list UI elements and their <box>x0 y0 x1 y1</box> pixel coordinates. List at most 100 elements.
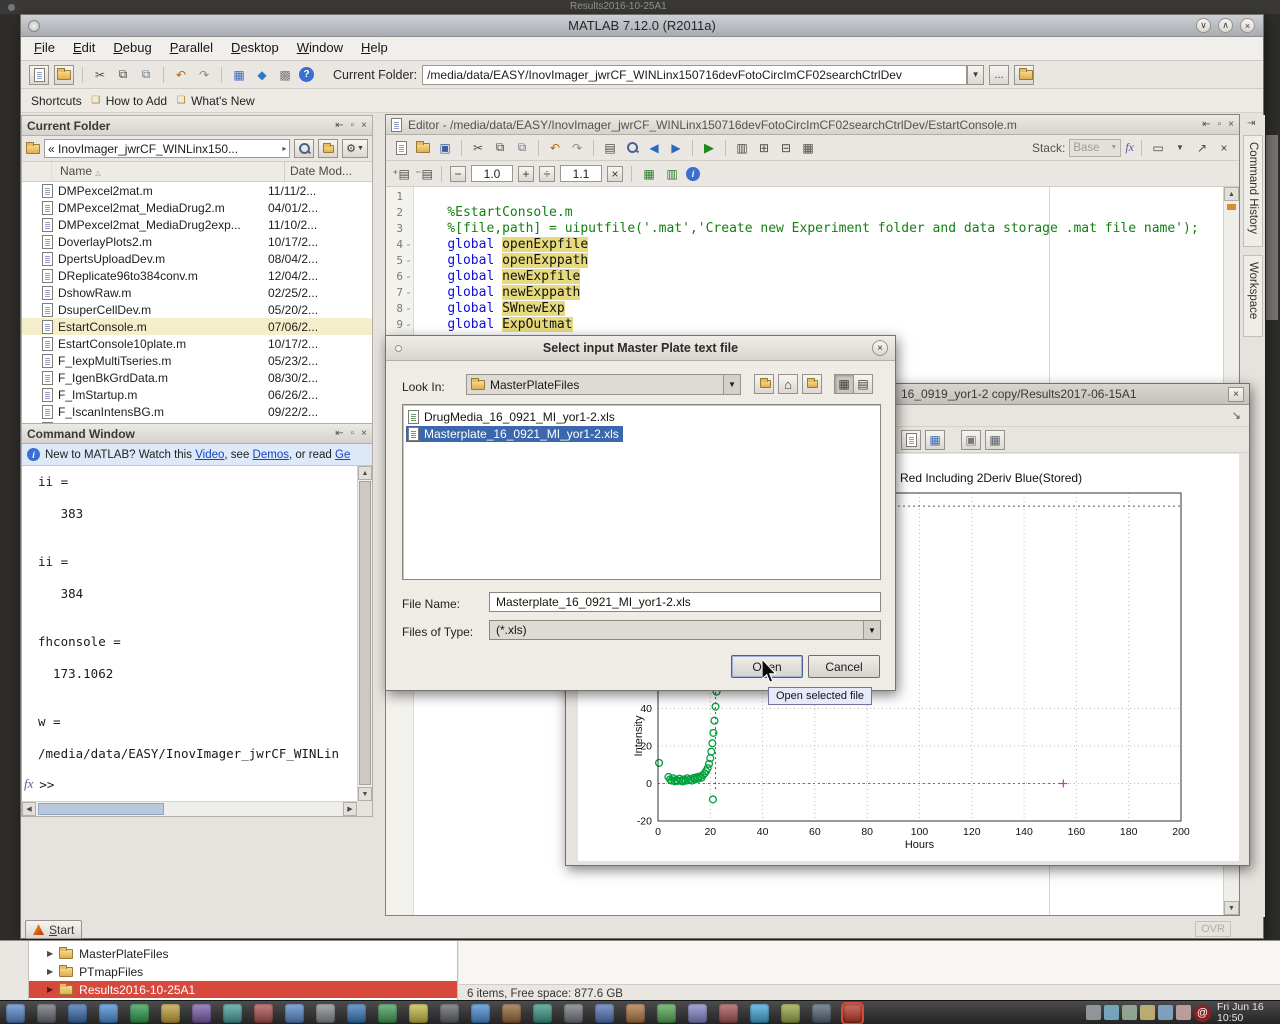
dock-figure-icon[interactable]: ↘ <box>1232 409 1241 422</box>
file-row[interactable]: EstartConsole10plate.m10/17/2... <box>22 335 372 352</box>
code-line[interactable]: 2 %EstartConsole.m <box>386 205 1222 221</box>
cell-info-icon[interactable]: i <box>686 167 700 181</box>
taskbar-app-icon[interactable] <box>192 1004 211 1023</box>
undock-icon[interactable]: ▫ <box>1218 119 1222 130</box>
menu-window[interactable]: Window <box>288 37 352 58</box>
search-button[interactable] <box>294 139 314 158</box>
remove-cell-icon[interactable]: ⁻▤ <box>415 165 433 183</box>
folder-tree[interactable]: ▶MasterPlateFiles▶PTmapFiles▶Results2016… <box>28 941 458 1001</box>
tray-icon[interactable] <box>1122 1005 1137 1020</box>
scroll-down-icon[interactable]: ▼ <box>358 787 372 801</box>
multiply-button[interactable]: × <box>607 166 623 182</box>
current-folder-input[interactable] <box>422 65 967 85</box>
matlab-titlebar[interactable]: MATLAB 7.12.0 (R2011a) ∨ ∧ × <box>21 15 1263 37</box>
file-row[interactable]: F_ImStartup.m06/26/2... <box>22 386 372 403</box>
close-dialog-icon[interactable]: × <box>872 340 888 356</box>
command-prompt[interactable]: >> <box>39 777 54 792</box>
code-line[interactable]: 8- global SWnewExp <box>386 301 1222 317</box>
column-date[interactable]: Date Mod... <box>290 164 352 178</box>
browse-folder-button[interactable]: ... <box>989 65 1009 85</box>
taskbar-app-icon[interactable] <box>99 1004 118 1023</box>
tree-row[interactable]: ▶MasterPlateFiles <box>29 945 457 962</box>
run-icon[interactable]: ▶ <box>700 139 718 157</box>
column-name[interactable]: Name △ <box>60 164 101 178</box>
taskbar-app-icon[interactable] <box>254 1004 273 1023</box>
taskbar-app-icon[interactable] <box>440 1004 459 1023</box>
taskbar-app-icon[interactable] <box>688 1004 707 1023</box>
fx-button[interactable]: fx <box>24 776 33 792</box>
file-row[interactable]: DoverlayPlots2.m10/17/2... <box>22 233 372 250</box>
file-row[interactable]: F_IscanIntensBG.m09/22/2... <box>22 403 372 420</box>
decrease-value-button[interactable]: − <box>450 166 466 182</box>
taskbar-app-icon[interactable] <box>564 1004 583 1023</box>
insert-cell-icon[interactable]: ⁺▤ <box>392 165 410 183</box>
menu-file[interactable]: File <box>25 37 64 58</box>
function-browser-icon[interactable]: fx <box>1125 140 1134 155</box>
dialog-file-item[interactable]: Masterplate_16_0921_MI_yor1-2.xls <box>406 426 623 442</box>
taskbar-app-icon[interactable] <box>719 1004 738 1023</box>
combo-dropdown-icon[interactable]: ▼ <box>863 621 880 639</box>
print-icon[interactable]: ▤ <box>601 139 619 157</box>
shortcut-whats-new[interactable]: ❑What's New <box>175 92 255 110</box>
actions-button[interactable]: ⚙▼ <box>342 139 368 158</box>
cut-icon[interactable]: ✂ <box>469 139 487 157</box>
dialog-titlebar[interactable]: Select input Master Plate text file × <box>386 336 895 361</box>
help-icon[interactable]: ? <box>299 67 314 82</box>
scroll-down-icon[interactable]: ▼ <box>1224 901 1239 915</box>
menu-desktop[interactable]: Desktop <box>222 37 288 58</box>
address-combo[interactable]: « InovImager_jwrCF_WINLinx150...▸ <box>44 139 290 158</box>
dock-icon[interactable]: ⇤ <box>1202 119 1210 130</box>
look-in-combo[interactable]: MasterPlateFiles ▼ <box>466 374 741 395</box>
desktop-layout-icon[interactable]: ▦ <box>230 66 248 84</box>
editor-titlebar[interactable]: Editor - /media/data/EASY/InovImager_jwr… <box>386 115 1239 135</box>
taskbar-app-icon[interactable] <box>223 1004 242 1023</box>
tray-icon[interactable] <box>1086 1005 1101 1020</box>
files-of-type-select[interactable]: (*.xls) ▼ <box>489 620 881 640</box>
new-figure-button[interactable] <box>901 430 921 450</box>
up-folder-button[interactable]: ↑ <box>1014 65 1034 85</box>
file-row[interactable]: DReplicate96to384conv.m12/04/2... <box>22 267 372 284</box>
open-file-button[interactable] <box>54 65 74 85</box>
open-file-icon[interactable] <box>414 139 432 157</box>
menu-help[interactable]: Help <box>352 37 397 58</box>
code-line[interactable]: 6- global newExpfile <box>386 269 1222 285</box>
code-line[interactable]: 4- global openExpfile <box>386 237 1222 253</box>
demos-link[interactable]: Demos <box>253 449 289 461</box>
prompt-row[interactable]: fx >> <box>22 776 357 792</box>
close-button[interactable]: × <box>1240 18 1255 33</box>
scrollbar-thumb[interactable] <box>359 481 371 785</box>
new-file-button[interactable] <box>29 65 49 85</box>
expand-arrow-icon[interactable]: ▶ <box>47 985 53 994</box>
data-grid-button[interactable]: ▦ <box>985 430 1005 450</box>
taskbar-app-icon[interactable] <box>471 1004 490 1023</box>
simulink-icon[interactable]: ◆ <box>253 66 271 84</box>
continue-icon[interactable]: ▦ <box>799 139 817 157</box>
undo-icon[interactable]: ↶ <box>546 139 564 157</box>
vertical-scrollbar[interactable]: ▲ ▼ <box>357 466 372 801</box>
combo-dropdown-icon[interactable]: ▼ <box>723 375 740 394</box>
code-line[interactable]: 7- global newExppath <box>386 285 1222 301</box>
taskbar-app-icon[interactable] <box>595 1004 614 1023</box>
paste-icon[interactable]: ⧉ <box>137 66 155 84</box>
current-folder-combo[interactable]: ▼ <box>422 65 984 85</box>
taskbar-app-icon[interactable] <box>316 1004 335 1023</box>
column-divider[interactable] <box>284 162 285 182</box>
taskbar-app-icon[interactable] <box>812 1004 831 1023</box>
expand-arrow-icon[interactable]: ▶ <box>47 967 53 976</box>
taskbar-app-icon[interactable] <box>843 1004 862 1023</box>
close-panel-icon[interactable]: × <box>361 428 367 439</box>
file-row[interactable]: DshowRaw.m02/25/2... <box>22 284 372 301</box>
pan-button[interactable]: ▣ <box>961 430 981 450</box>
tray-icon[interactable] <box>1140 1005 1155 1020</box>
scrollbar-thumb[interactable] <box>38 803 164 815</box>
maximize-button[interactable]: ∧ <box>1218 18 1233 33</box>
close-panel-icon[interactable]: × <box>361 120 367 131</box>
file-row[interactable]: DsuperCellDev.m05/20/2... <box>22 301 372 318</box>
command-window-header[interactable]: Command Window ⇤ ▫ × <box>22 424 372 444</box>
getting-started-link[interactable]: Ge <box>335 449 350 461</box>
close-figure-button[interactable]: × <box>1228 387 1244 402</box>
file-row[interactable]: F_IexpMultiTseries.m05/23/2... <box>22 352 372 369</box>
grid-view-toggle[interactable]: ▦ <box>834 374 854 394</box>
forward-icon[interactable]: ▶ <box>667 139 685 157</box>
increase-value-button[interactable]: + <box>518 166 534 182</box>
